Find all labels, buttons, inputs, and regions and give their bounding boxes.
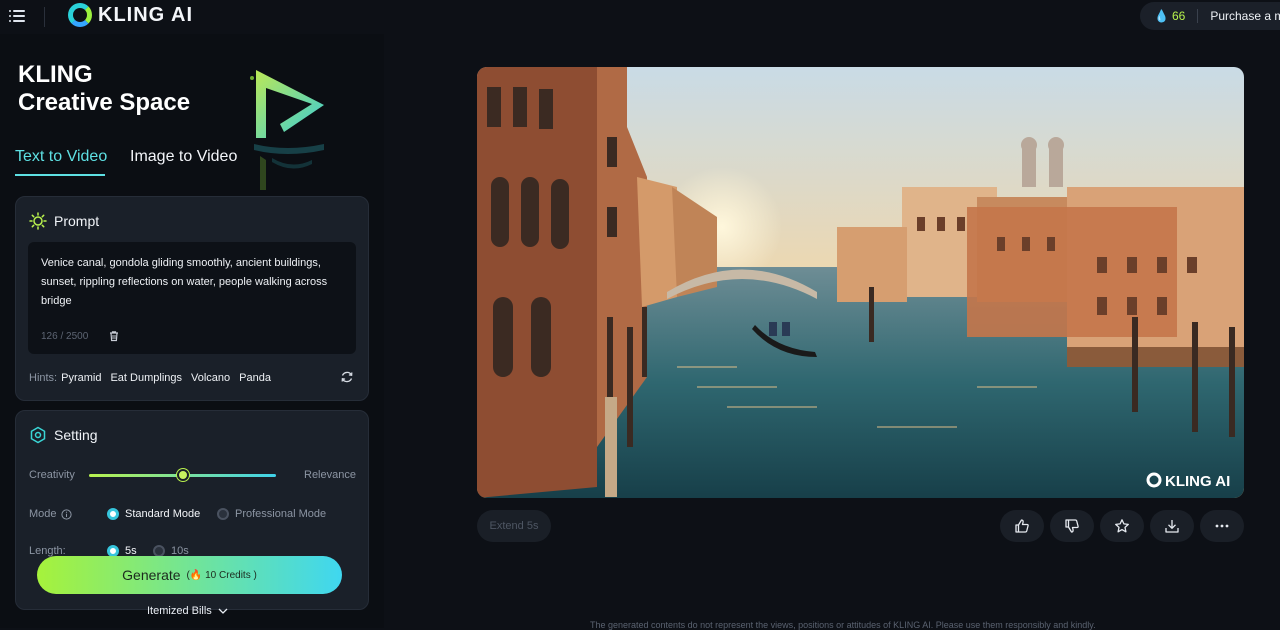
setting-header: Setting: [29, 426, 98, 444]
prompt-input[interactable]: Venice canal, gondola gliding smoothly, …: [28, 242, 356, 354]
trash-icon[interactable]: [108, 330, 120, 342]
download-icon: [1165, 520, 1179, 533]
mode-professional-label: Professional Mode: [235, 508, 327, 520]
mode-professional-radio[interactable]: Professional Mode: [217, 508, 326, 520]
credit-drop-icon: 💧: [1154, 9, 1169, 23]
hint-chip[interactable]: Eat Dumplings: [110, 372, 182, 384]
disclaimer-text: The generated contents do not represent …: [590, 620, 1096, 630]
watermark-text: KLING AI: [1165, 473, 1230, 490]
more-icon: [1215, 524, 1229, 528]
sun-icon: [29, 212, 47, 230]
credit-count: 66: [1171, 9, 1186, 23]
hint-chip[interactable]: Panda: [239, 372, 271, 384]
creative-space-logo-icon: [250, 70, 324, 190]
menu-icon[interactable]: [9, 9, 25, 23]
thumbs-down-icon: [1065, 519, 1079, 533]
char-counter: 126 / 2500: [41, 331, 89, 342]
download-button[interactable]: [1150, 510, 1194, 542]
divider: [1197, 9, 1199, 23]
favorite-button[interactable]: [1100, 510, 1144, 542]
hint-chip[interactable]: Pyramid: [61, 372, 101, 384]
mode-standard-label: Standard Mode: [125, 508, 201, 520]
hints-row: Hints: Pyramid Eat Dumplings Volcano Pan…: [29, 372, 271, 384]
hexagon-settings-icon: [30, 426, 46, 444]
tab-image-to-video[interactable]: Image to Video: [130, 148, 237, 166]
itemized-bills-label: Itemized Bills: [147, 605, 212, 617]
kling-logo-icon: [68, 3, 92, 27]
radio-unselected-icon: [217, 508, 229, 520]
generate-credits: (🔥 10 Credits ): [186, 569, 257, 581]
divider: [44, 7, 45, 27]
tab-text-to-video[interactable]: Text to Video: [15, 148, 107, 166]
creativity-slider-handle[interactable]: [176, 469, 189, 481]
left-panel: KLING Creative Space Text to Video Image…: [0, 34, 384, 628]
itemized-bills-toggle[interactable]: Itemized Bills: [147, 605, 228, 617]
star-icon: [1115, 519, 1129, 533]
like-button[interactable]: [1000, 510, 1044, 542]
extend-button[interactable]: Extend 5s: [477, 510, 551, 542]
info-icon[interactable]: [60, 508, 72, 520]
prompt-text[interactable]: Venice canal, gondola gliding smoothly, …: [41, 254, 341, 311]
prompt-header: Prompt: [29, 212, 99, 230]
mode-standard-radio[interactable]: Standard Mode: [107, 508, 200, 520]
app-logo[interactable]: KLING AI: [68, 3, 193, 27]
creativity-label: Creativity: [29, 469, 75, 481]
more-options-button[interactable]: [1200, 510, 1244, 542]
prompt-heading: Prompt: [54, 213, 100, 229]
video-preview[interactable]: KLING AI: [477, 67, 1244, 498]
setting-heading: Setting: [54, 427, 98, 443]
prompt-card: Prompt Venice canal, gondola gliding smo…: [15, 196, 369, 401]
dislike-button[interactable]: [1050, 510, 1094, 542]
generate-button[interactable]: Generate (🔥 10 Credits ): [37, 556, 342, 594]
purchase-link[interactable]: Purchase a mer: [1210, 9, 1280, 23]
hints-label: Hints:: [29, 372, 58, 384]
top-bar: KLING AI 💧 66 Purchase a mer: [0, 0, 1280, 34]
app-name: KLING AI: [98, 3, 194, 26]
mode-label: Mode: [29, 508, 57, 520]
chevron-down-icon: [218, 608, 228, 614]
venice-canal-image: KLING AI: [477, 67, 1244, 498]
mode-label-row: Mode: [29, 508, 72, 520]
thumbs-up-icon: [1015, 519, 1029, 533]
active-tab-indicator: [15, 174, 105, 176]
page-title-line2: Creative Space: [18, 89, 191, 116]
hint-chip[interactable]: Volcano: [191, 372, 230, 384]
relevance-label: Relevance: [304, 469, 356, 481]
page-title-line1: KLING: [18, 61, 93, 88]
radio-selected-icon: [107, 508, 119, 520]
credit-balance[interactable]: 💧 66 Purchase a mer: [1140, 2, 1280, 30]
generate-credit-cost: 10 Credits: [205, 569, 251, 581]
refresh-icon[interactable]: [340, 370, 354, 384]
generate-label: Generate: [122, 567, 181, 583]
flame-icon: 🔥: [189, 569, 203, 581]
